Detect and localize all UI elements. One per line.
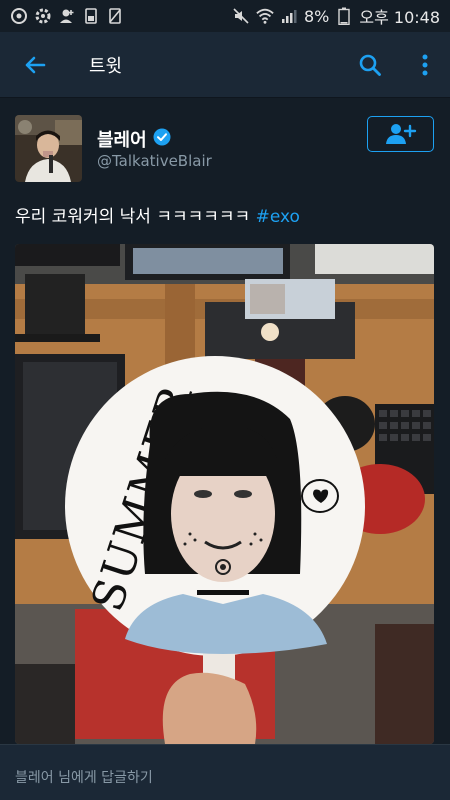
app-bar: 트윗: [0, 32, 450, 98]
settings-icon: [34, 7, 52, 25]
status-left-icons: [10, 7, 124, 25]
search-icon: [359, 54, 381, 76]
signal-icon: [280, 7, 298, 25]
tweet-text: 우리 코워커의 낙서 ㅋㅋㅋㅋㅋㅋ #exo: [15, 202, 300, 227]
author-handle[interactable]: @TalkativeBlair: [97, 152, 212, 170]
battery-percent: 8%: [303, 6, 330, 26]
arrow-left-icon: [25, 56, 46, 73]
chat-icon: [10, 7, 28, 25]
wifi-icon: [256, 7, 274, 25]
search-button[interactable]: [350, 45, 390, 85]
more-vertical-icon: [422, 54, 428, 75]
battery-icon: [335, 7, 353, 25]
follow-button[interactable]: [367, 116, 434, 152]
storage-icon: [82, 7, 100, 25]
page-title: 트윗: [89, 55, 123, 77]
no-sim-icon: [106, 7, 124, 25]
display-name[interactable]: 블레어: [97, 126, 147, 152]
status-bar: 8% 오후 10:48: [0, 0, 450, 32]
author-name-row: 블레어: [97, 126, 171, 152]
avatar[interactable]: [15, 115, 82, 182]
status-time: 오후 10:48: [359, 8, 440, 27]
more-options-button[interactable]: [405, 45, 445, 85]
tweet-body-text: 우리 코워커의 낙서 ㅋㅋㅋㅋㅋㅋ: [15, 207, 251, 227]
reply-bar: 블레어 님에게 답글하기: [0, 744, 450, 800]
add-user-icon: [58, 7, 76, 25]
tweet-detail: 블레어 @TalkativeBlair 우리 코워커의 낙서 ㅋㅋㅋㅋㅋㅋ #e…: [0, 98, 450, 744]
verified-badge-icon: [153, 128, 171, 150]
reply-input[interactable]: 블레어 님에게 답글하기: [15, 767, 153, 787]
mute-icon: [232, 7, 250, 25]
back-button[interactable]: [15, 45, 55, 85]
tweet-media-photo[interactable]: SUMMER: [15, 244, 434, 744]
status-right: 8% 오후 10:48: [232, 4, 440, 28]
follow-user-icon: [385, 124, 416, 144]
hashtag-link[interactable]: #exo: [256, 207, 300, 227]
